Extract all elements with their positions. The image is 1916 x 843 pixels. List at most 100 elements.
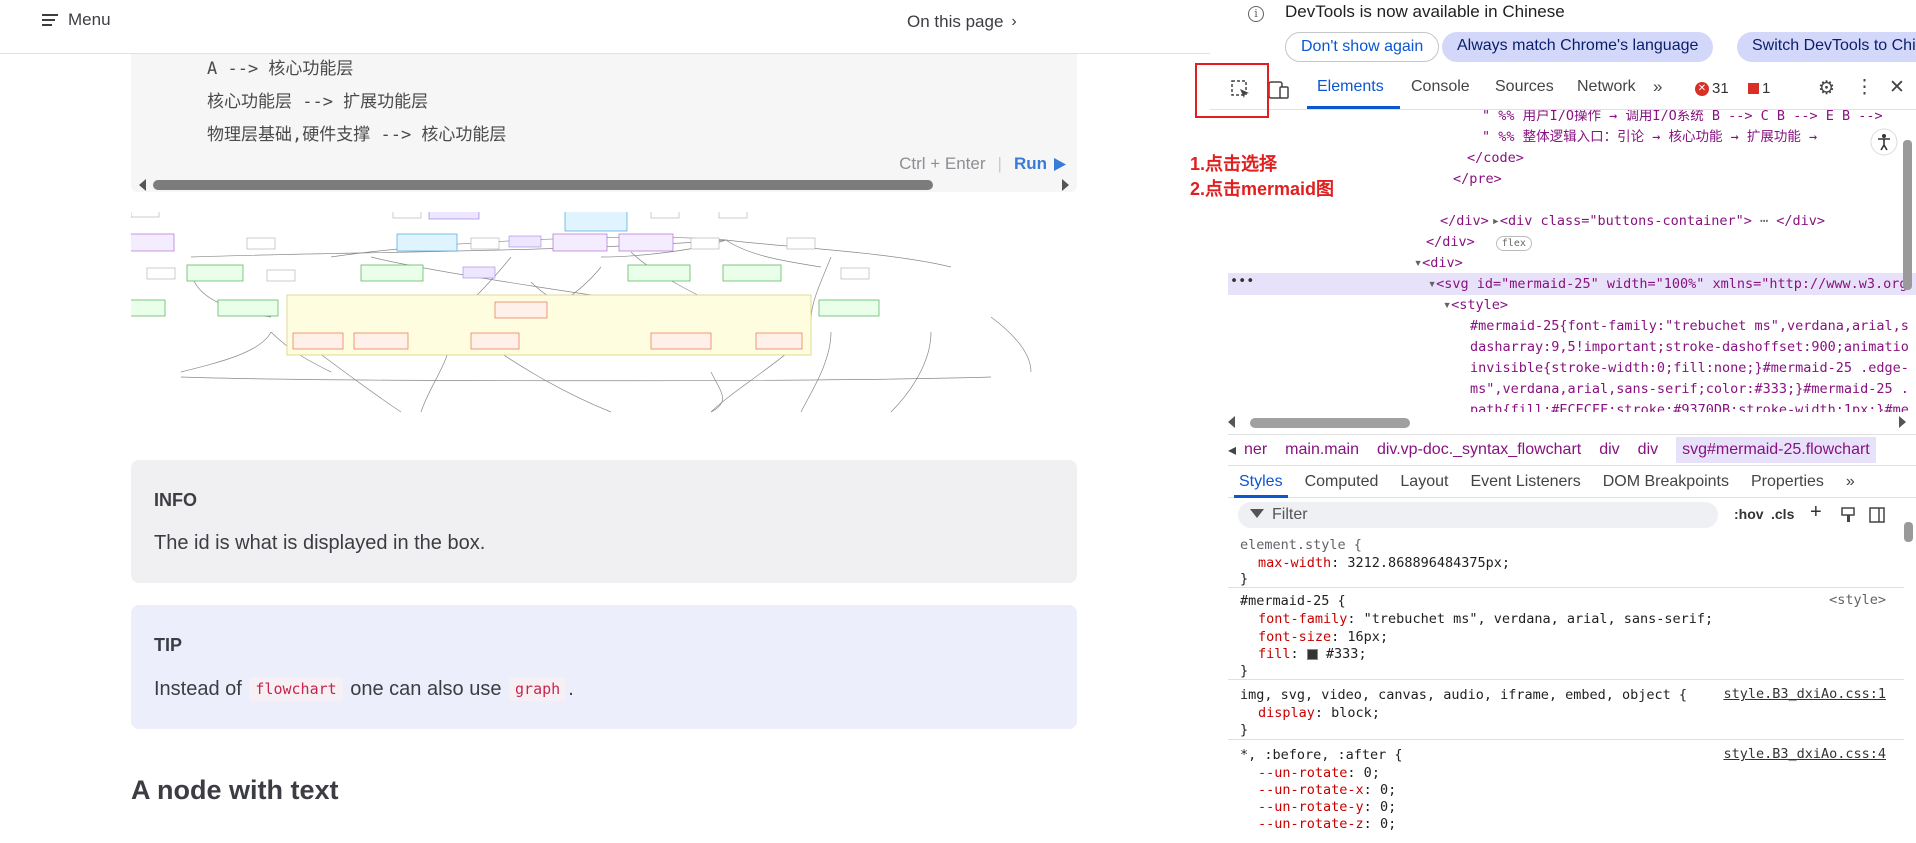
breadcrumb-item[interactable]: main.main (1285, 441, 1359, 459)
rule-selector[interactable]: img, svg, video, canvas, audio, iframe, … (1240, 686, 1687, 704)
tab-network[interactable]: Network (1577, 78, 1636, 96)
styles-vertical-scrollbar[interactable] (1904, 522, 1913, 542)
dom-node-style[interactable]: ▾<style> (1443, 295, 1508, 316)
new-style-rule-icon[interactable]: + (1810, 501, 1822, 524)
css-text[interactable]: dasharray:9,5!important;stroke-dashoffse… (1470, 337, 1909, 358)
css-text[interactable]: #mermaid-25{font-family:"trebuchet ms",v… (1470, 316, 1909, 337)
scroll-left-arrow-icon[interactable] (139, 179, 146, 191)
dom-text-node[interactable]: " %% 用户I/O操作 → 调用I/O系统 B --> C B --> E B… (1482, 110, 1883, 127)
collapse-triangle-icon[interactable]: ▾ (1414, 255, 1422, 271)
subtab-properties[interactable]: Properties (1740, 466, 1835, 498)
breadcrumb-item[interactable]: ner (1244, 441, 1267, 459)
styles-filter-input[interactable]: Filter (1238, 502, 1718, 528)
breadcrumb-item[interactable]: div (1599, 441, 1619, 459)
dom-node-svg-mermaid[interactable]: ▾<svg id="mermaid-25" width="100%" xmlns… (1428, 274, 1908, 295)
breadcrumb-scroll-left-icon[interactable]: ◂ (1228, 440, 1236, 460)
dom-node-buttons-container[interactable]: ▸<div class="buttons-container"> ⋯ </div… (1443, 190, 1825, 251)
scroll-right-arrow-icon[interactable] (1062, 179, 1069, 191)
elements-horizontal-scrollbar[interactable] (1210, 412, 1916, 434)
warning-count-badge[interactable]: 1 (1748, 80, 1770, 97)
info-icon: i (1248, 6, 1264, 22)
tab-sources[interactable]: Sources (1495, 78, 1554, 96)
collapse-triangle-icon[interactable]: ▾ (1428, 276, 1436, 292)
flex-badge[interactable]: flex (1495, 236, 1532, 251)
dom-node-tag: <div class="buttons-container"> (1499, 213, 1752, 229)
subtab-layout[interactable]: Layout (1389, 466, 1459, 498)
devtools-toolbar: Elements Console Sources Network » ✕ 31 … (1210, 68, 1916, 110)
cls-toggle[interactable]: .cls (1771, 506, 1794, 522)
breadcrumb-item-selected[interactable]: svg#mermaid-25.flowchart (1676, 437, 1876, 463)
mermaid-flowchart-diagram[interactable] (131, 212, 1077, 442)
dom-node[interactable]: </div> (1440, 211, 1489, 232)
subtab-computed[interactable]: Computed (1294, 466, 1390, 498)
color-swatch-icon[interactable] (1306, 648, 1318, 660)
ellipsis-icon[interactable]: ••• (1230, 273, 1254, 289)
docs-page: Menu On this page › A --> 核心功能层 核心功能层 --… (0, 0, 1210, 843)
collapsed-content-icon[interactable]: ⋯ (1752, 213, 1776, 229)
always-match-language-button[interactable]: Always match Chrome's language (1442, 32, 1714, 62)
device-toolbar-icon[interactable] (1268, 81, 1290, 99)
scrollbar-thumb[interactable] (153, 180, 933, 190)
code-horizontal-scrollbar[interactable] (131, 176, 1077, 192)
style-declaration[interactable]: --un-rotate-y: 0; (1258, 798, 1396, 816)
dont-show-again-button[interactable]: Don't show again (1285, 32, 1440, 62)
toggle-sidebar-icon[interactable] (1869, 507, 1885, 523)
error-count-badge[interactable]: ✕ 31 (1695, 80, 1729, 97)
breadcrumb-item[interactable]: div (1638, 441, 1658, 459)
more-subtabs-icon[interactable]: » (1835, 466, 1866, 498)
scroll-left-arrow-icon[interactable] (1228, 416, 1235, 428)
styles-pane[interactable]: element.style { max-width: 3212.86889648… (1228, 522, 1916, 843)
dom-text-node[interactable]: " %% 整体逻辑入口：引论 → 核心功能 → 扩展功能 → (1482, 127, 1817, 148)
elements-vertical-scrollbar[interactable] (1903, 140, 1912, 290)
breadcrumb-item[interactable]: div.vp-doc._syntax_flowchart (1377, 441, 1581, 459)
hov-toggle[interactable]: :hov (1734, 506, 1764, 522)
dom-node[interactable]: </code> (1467, 148, 1524, 169)
subtab-dom-breakpoints[interactable]: DOM Breakpoints (1592, 466, 1740, 498)
style-rule-universal: *, :before, :after { style.B3_dxiAo.css:… (1228, 740, 1904, 843)
settings-gear-icon[interactable]: ⚙ (1818, 77, 1835, 100)
collapse-triangle-icon[interactable]: ▾ (1443, 297, 1451, 313)
more-options-icon[interactable]: ⋮ (1855, 76, 1874, 99)
accessibility-icon[interactable] (1870, 128, 1898, 156)
style-declaration[interactable]: --un-rotate: 0; (1258, 764, 1380, 782)
scroll-right-arrow-icon[interactable] (1899, 416, 1906, 428)
style-declaration[interactable]: --un-rotate-z: 0; (1258, 815, 1396, 833)
tab-console[interactable]: Console (1411, 78, 1470, 96)
rule-selector[interactable]: *, :before, :after { (1240, 746, 1403, 764)
code-editor[interactable]: A --> 核心功能层 核心功能层 --> 扩展功能层 物理层基础,硬件支撑 -… (131, 54, 1077, 192)
css-text[interactable]: ms",verdana,arial,sans-serif;color:#333;… (1470, 379, 1909, 400)
hamburger-icon (42, 14, 58, 26)
scrollbar-thumb[interactable] (1250, 418, 1410, 428)
rule-source-link[interactable]: style.B3_dxiAo.css:1 (1723, 686, 1886, 702)
dom-node-div[interactable]: ▾<div> (1414, 253, 1463, 274)
paint-brush-icon[interactable] (1840, 507, 1856, 523)
css-text[interactable]: invisible{stroke-width:0;fill:none;}#mer… (1470, 358, 1909, 379)
style-declaration[interactable]: display: block; (1258, 704, 1380, 722)
rule-source-link[interactable]: style.B3_dxiAo.css:4 (1723, 746, 1886, 762)
property-value: 0 (1363, 765, 1372, 781)
subtab-styles[interactable]: Styles (1228, 466, 1294, 498)
run-button[interactable]: Run (1014, 154, 1067, 174)
rule-selector[interactable]: #mermaid-25 { (1240, 592, 1346, 610)
elements-dom-tree[interactable]: ••• " %% 用户I/O操作 → 调用I/O系统 B --> C B -->… (1210, 110, 1916, 412)
dom-node[interactable]: </pre> (1453, 169, 1502, 190)
subtab-event-listeners[interactable]: Event Listeners (1459, 466, 1591, 498)
rule-source-link[interactable]: <style> (1829, 592, 1886, 608)
more-tabs-icon[interactable]: » (1653, 77, 1662, 97)
menu-button[interactable]: Menu (42, 10, 111, 30)
style-declaration[interactable]: --un-rotate-x: 0; (1258, 781, 1396, 799)
switch-language-button[interactable]: Switch DevTools to Chinese (1737, 32, 1916, 62)
tab-elements[interactable]: Elements (1317, 78, 1384, 96)
rule-selector[interactable]: element.style { (1240, 536, 1362, 554)
expand-triangle-icon[interactable]: ▸ (1492, 213, 1500, 229)
style-declaration[interactable]: max-width: 3212.868896484375px; (1258, 554, 1510, 572)
property-name: fill (1258, 646, 1291, 662)
dom-node[interactable]: </div> (1426, 232, 1475, 253)
style-declaration[interactable]: fill: #333; (1258, 645, 1367, 663)
on-this-page-button[interactable]: On this page › (907, 12, 1017, 32)
highlight-box (1195, 63, 1269, 118)
css-text[interactable]: path{fill:#ECECFF;stroke:#9370DB;stroke-… (1470, 400, 1909, 412)
close-icon[interactable]: ✕ (1889, 76, 1905, 99)
style-declaration[interactable]: font-family: "trebuchet ms", verdana, ar… (1258, 610, 1713, 628)
style-declaration[interactable]: font-size: 16px; (1258, 628, 1388, 646)
